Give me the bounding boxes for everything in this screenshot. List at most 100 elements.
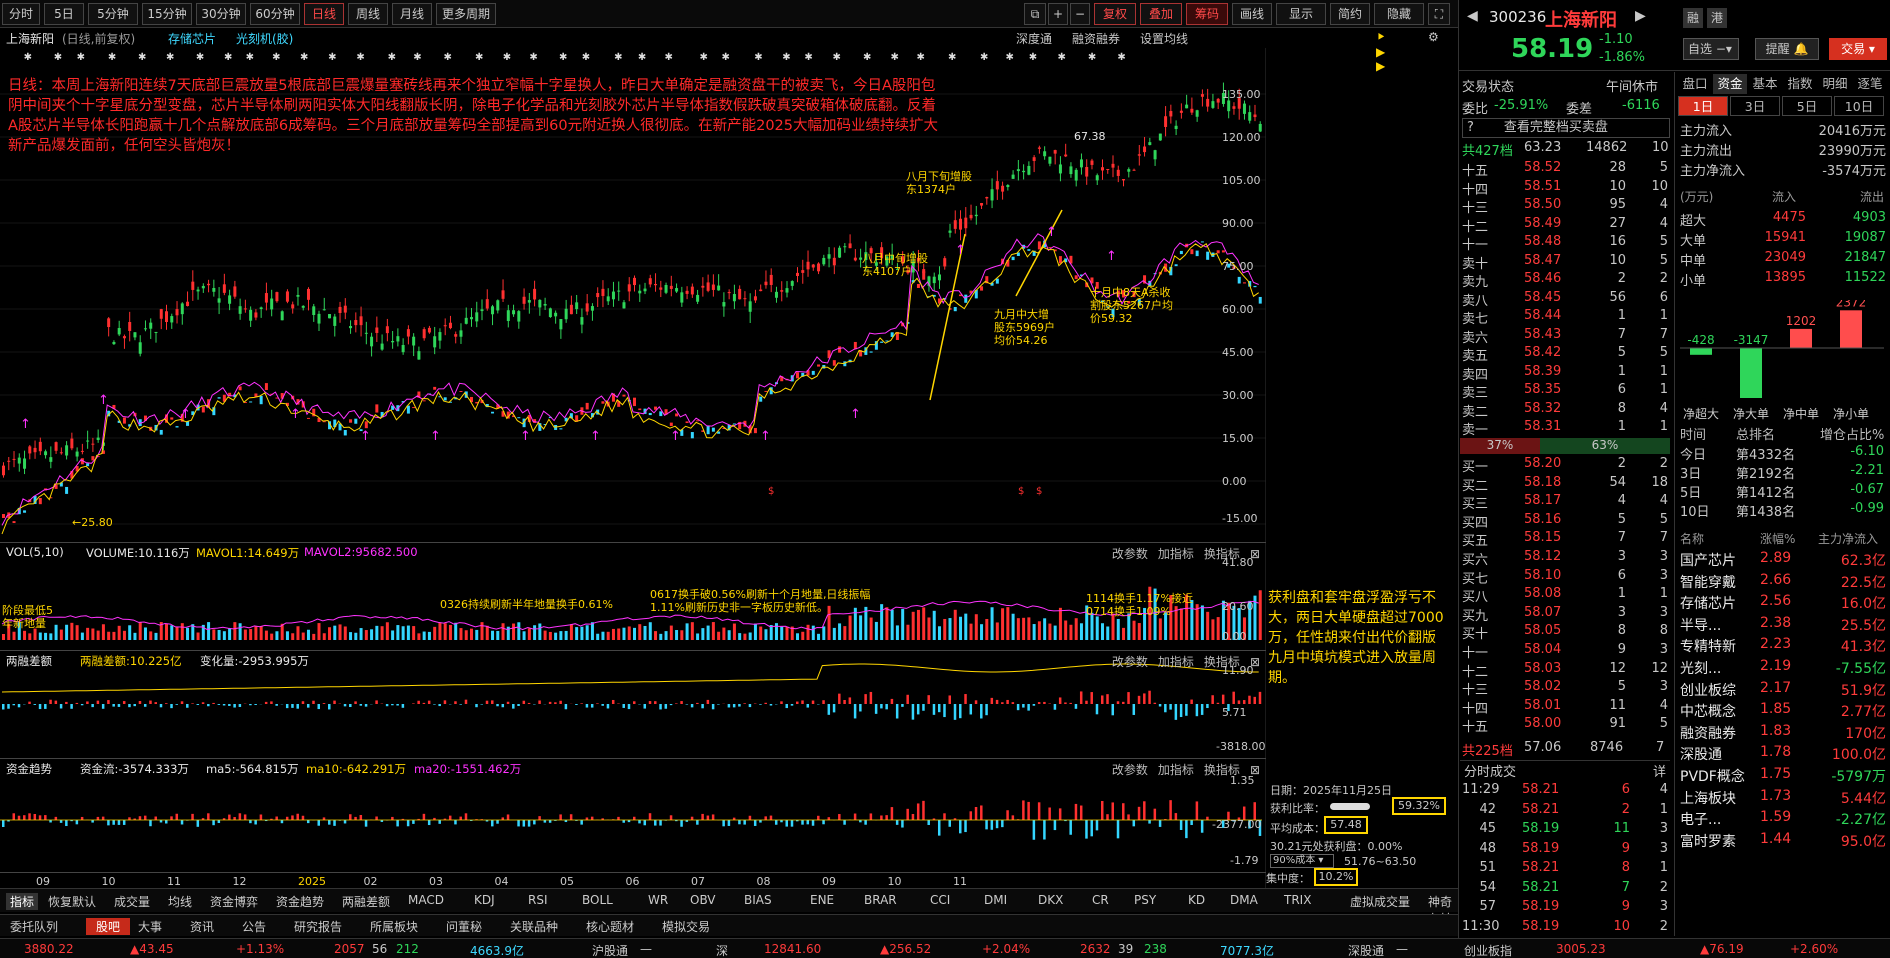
sector-name[interactable]: 深股通 bbox=[1680, 744, 1722, 764]
indicator-tab[interactable]: BRAR bbox=[864, 893, 897, 907]
simple-button[interactable]: 简约 bbox=[1330, 3, 1370, 25]
next-stock-icon[interactable]: ▶ bbox=[1635, 8, 1646, 24]
add-indicator-button[interactable]: 加指标 bbox=[1158, 655, 1194, 669]
sector-name[interactable]: 国产芯片 bbox=[1680, 550, 1736, 570]
draw-button[interactable]: 画线 bbox=[1232, 3, 1272, 25]
hide-button[interactable]: 隐藏 bbox=[1374, 3, 1424, 25]
more-periods-button[interactable]: 更多周期 bbox=[436, 3, 496, 25]
tab-daily[interactable]: 日线 bbox=[304, 3, 344, 25]
indicator-tab[interactable]: 均线 bbox=[168, 893, 192, 910]
indicator-tab[interactable]: 资金趋势 bbox=[276, 893, 324, 910]
tab-fenshi[interactable]: 分时 bbox=[2, 3, 40, 25]
display-button[interactable]: 显示 bbox=[1276, 3, 1326, 25]
zoom-out-icon[interactable]: − bbox=[1070, 3, 1090, 25]
nav-tab[interactable]: 研究报告 bbox=[294, 918, 342, 935]
cost-range-select[interactable]: 90%成本 ▾ bbox=[1270, 854, 1334, 868]
tab-3[interactable]: 指数 bbox=[1783, 74, 1817, 94]
add-indicator-button[interactable]: 加指标 bbox=[1158, 547, 1194, 561]
indicator-tab[interactable]: RSI bbox=[528, 893, 548, 907]
indicator-tab[interactable]: DKX bbox=[1038, 893, 1063, 907]
indicator-tab[interactable]: 指标 bbox=[6, 893, 39, 910]
tab-0[interactable]: 盘口 bbox=[1678, 74, 1712, 94]
day-tab-0[interactable]: 1日 bbox=[1678, 96, 1728, 116]
indicator-tab[interactable]: 两融差额 bbox=[342, 893, 390, 910]
edit-params-button[interactable]: 改参数 bbox=[1112, 547, 1148, 561]
sector-name[interactable]: 半导... bbox=[1680, 615, 1721, 635]
indicator-tab[interactable]: CCI bbox=[930, 893, 950, 907]
indicator-tab[interactable]: 资金博弈 bbox=[210, 893, 258, 910]
tool-ma-settings[interactable]: 设置均线 bbox=[1140, 30, 1188, 47]
indicator-tab[interactable]: ENE bbox=[810, 893, 834, 907]
sector-name[interactable]: 光刻... bbox=[1680, 658, 1721, 678]
day-tab-3[interactable]: 10日 bbox=[1834, 96, 1884, 116]
sector-name[interactable]: 中芯概念 bbox=[1680, 701, 1736, 721]
zoom-in-icon[interactable]: + bbox=[1048, 3, 1068, 25]
nav-tab[interactable]: 模拟交易 bbox=[662, 918, 710, 935]
indicator-tab[interactable]: 恢复默认 bbox=[48, 893, 96, 910]
tab-5[interactable]: 逐笔 bbox=[1853, 74, 1887, 94]
chips-button[interactable]: 筹码 bbox=[1186, 3, 1228, 25]
sector-name[interactable]: 富时罗素 bbox=[1680, 831, 1736, 851]
sector-name[interactable]: 专精特新 bbox=[1680, 636, 1736, 656]
tab-2[interactable]: 基本 bbox=[1748, 74, 1782, 94]
indicator-tab[interactable]: PSY bbox=[1134, 893, 1156, 907]
indicator-tab[interactable]: TRIX bbox=[1284, 893, 1311, 907]
indicator-tab[interactable]: KDJ bbox=[474, 893, 495, 907]
tab-5day[interactable]: 5日 bbox=[44, 3, 84, 25]
indicator-tab[interactable]: WR bbox=[648, 893, 668, 907]
tab-weekly[interactable]: 周线 bbox=[348, 3, 388, 25]
nav-tab[interactable]: 大事 bbox=[138, 918, 162, 935]
sgt-link[interactable]: 深股通 bbox=[1348, 942, 1384, 958]
nav-tab[interactable]: 公告 bbox=[242, 918, 266, 935]
sector-name[interactable]: 存储芯片 bbox=[1680, 593, 1736, 613]
full-orderbook-link[interactable]: ? 查看完整档买卖盘 bbox=[1462, 118, 1670, 138]
sector-name[interactable]: PVDF概念 bbox=[1680, 766, 1745, 786]
sector-name[interactable]: 创业板综 bbox=[1680, 680, 1736, 700]
adjust-button[interactable]: 复权 bbox=[1094, 3, 1136, 25]
sector-name[interactable]: 融资融券 bbox=[1680, 723, 1736, 743]
nav-tab[interactable]: 核心题材 bbox=[586, 918, 634, 935]
window-icon[interactable]: ⧉ bbox=[1024, 3, 1046, 25]
play-controls-icon[interactable]: ⯈ ▶ ▶ bbox=[1376, 30, 1386, 73]
tab-30min[interactable]: 30分钟 bbox=[196, 3, 246, 25]
indicator-tab[interactable]: KD bbox=[1188, 893, 1205, 907]
indicator-tab[interactable]: BOLL bbox=[582, 893, 613, 907]
add-indicator-button[interactable]: 加指标 bbox=[1158, 763, 1194, 777]
indicator-tab[interactable]: CR bbox=[1092, 893, 1109, 907]
indicator-tab[interactable]: BIAS bbox=[744, 893, 772, 907]
nav-tab[interactable]: 关联品种 bbox=[510, 918, 558, 935]
day-tab-1[interactable]: 3日 bbox=[1730, 96, 1780, 116]
fullscreen-icon[interactable]: ⛶ bbox=[1428, 3, 1450, 25]
sector-name[interactable]: 电子... bbox=[1680, 809, 1721, 829]
tab-1[interactable]: 资金 bbox=[1713, 74, 1747, 94]
tab-60min[interactable]: 60分钟 bbox=[250, 3, 300, 25]
gear-icon[interactable]: ⚙ bbox=[1428, 30, 1439, 44]
tab-5min[interactable]: 5分钟 bbox=[88, 3, 138, 25]
hk-badge[interactable]: 港 bbox=[1707, 8, 1727, 28]
nav-tab[interactable]: 委托队列 bbox=[10, 918, 58, 935]
indicator-tab[interactable]: 虚拟成交量 bbox=[1350, 893, 1410, 910]
tag-lithography[interactable]: 光刻机(胶) bbox=[236, 30, 293, 47]
tool-margin[interactable]: 融资融券 bbox=[1072, 30, 1120, 47]
prev-stock-icon[interactable]: ◀ bbox=[1467, 8, 1478, 24]
nav-tab[interactable]: 所属板块 bbox=[370, 918, 418, 935]
indicator-tab[interactable]: DMA bbox=[1230, 893, 1258, 907]
indicator-tab[interactable]: MACD bbox=[408, 893, 444, 907]
indicator-tab[interactable]: DMI bbox=[984, 893, 1007, 907]
indicator-tab[interactable]: OBV bbox=[690, 893, 716, 907]
day-tab-2[interactable]: 5日 bbox=[1782, 96, 1832, 116]
indicator-tab[interactable]: 成交量 bbox=[114, 893, 150, 910]
sector-name[interactable]: 上海板块 bbox=[1680, 788, 1736, 808]
sector-name[interactable]: 智能穿戴 bbox=[1680, 572, 1736, 592]
trade-button[interactable]: 交易 ▾ bbox=[1829, 38, 1887, 60]
alert-button[interactable]: 提醒 🔔 bbox=[1755, 38, 1819, 60]
nav-tab[interactable]: 股吧 bbox=[86, 918, 131, 935]
tab-monthly[interactable]: 月线 bbox=[392, 3, 432, 25]
tab-4[interactable]: 明细 bbox=[1818, 74, 1852, 94]
overlay-button[interactable]: 叠加 bbox=[1140, 3, 1182, 25]
edit-params-button[interactable]: 改参数 bbox=[1112, 655, 1148, 669]
edit-params-button[interactable]: 改参数 bbox=[1112, 763, 1148, 777]
tag-storage-chip[interactable]: 存储芯片 bbox=[168, 30, 216, 47]
tool-depth[interactable]: 深度通 bbox=[1016, 30, 1052, 47]
margin-badge[interactable]: 融 bbox=[1683, 8, 1703, 28]
